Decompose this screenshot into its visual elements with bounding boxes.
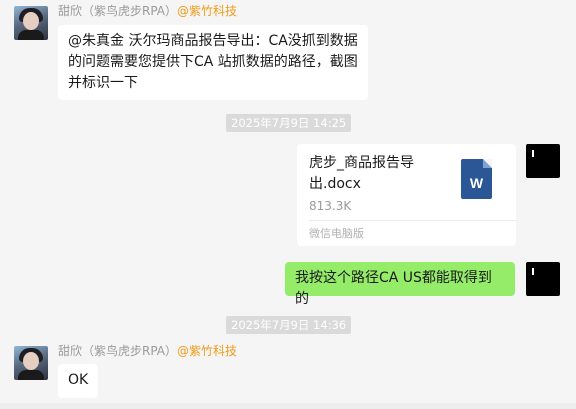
avatar[interactable]: [14, 6, 48, 40]
avatar-self[interactable]: [526, 144, 560, 178]
word-document-icon: W: [461, 159, 492, 199]
message-bubble-self[interactable]: 我按这个路径CA US都能取得到的: [285, 262, 515, 307]
sender-label: 甜欣（紫鸟虎步RPA）@紫竹科技: [58, 342, 237, 359]
file-name: 虎步_商品报告导出.docx: [309, 155, 414, 192]
avatar-face: [23, 352, 39, 370]
avatar[interactable]: [14, 346, 48, 380]
sender-org: @紫竹科技: [177, 4, 238, 18]
timestamp: 2025年7月9日 14:25: [226, 114, 352, 132]
avatar-body: [18, 30, 44, 40]
avatar-self[interactable]: [526, 262, 560, 296]
avatar-body: [18, 370, 44, 380]
sender-label: 甜欣（紫鸟虎步RPA）@紫竹科技: [58, 2, 237, 19]
input-area-edge: [0, 403, 576, 409]
message-text: @朱真金 沃尔玛商品报告导出：CA没抓到数据的问题需要您提供下CA 站抓数据的路…: [68, 33, 358, 91]
sender-org: @紫竹科技: [177, 344, 238, 358]
timestamp: 2025年7月9日 14:36: [226, 316, 352, 334]
sender-name[interactable]: 甜欣（紫鸟虎步RPA）: [58, 4, 177, 18]
message-bubble[interactable]: @朱真金 沃尔玛商品报告导出：CA没抓到数据的问题需要您提供下CA 站抓数据的路…: [58, 25, 368, 100]
message-bubble[interactable]: OK: [58, 364, 98, 398]
message-text: 我按这个路径CA US都能取得到的: [295, 270, 492, 307]
avatar-face: [23, 12, 39, 30]
word-icon-letter: W: [469, 175, 484, 191]
file-source: 微信电脑版: [309, 227, 364, 240]
file-divider: [309, 220, 516, 221]
sender-name[interactable]: 甜欣（紫鸟虎步RPA）: [58, 344, 177, 358]
file-size: 813.3K: [309, 199, 352, 213]
avatar-mark: [532, 150, 534, 157]
word-icon-fold: [483, 159, 492, 168]
avatar-mark: [532, 268, 534, 275]
file-message-card[interactable]: 虎步_商品报告导出.docx W 813.3K 微信电脑版: [297, 144, 516, 246]
message-text: OK: [68, 372, 89, 388]
